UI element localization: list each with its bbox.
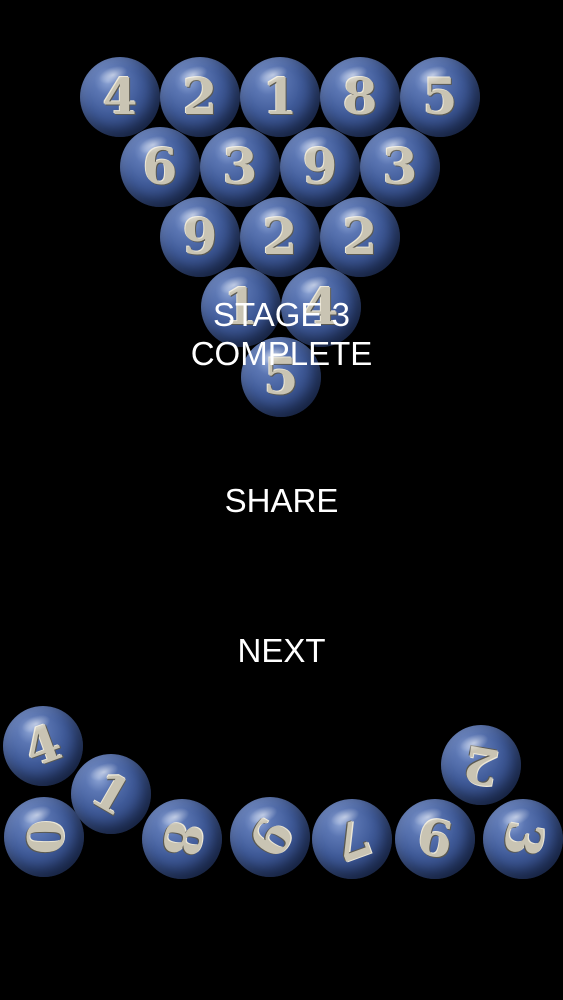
tray-ball[interactable]: 7: [312, 799, 392, 879]
pyramid-ball[interactable]: 9: [160, 197, 240, 277]
pyramid-ball[interactable]: 1: [240, 57, 320, 137]
pyramid-ball[interactable]: 4: [80, 57, 160, 137]
tray-ball[interactable]: 6: [395, 799, 475, 879]
pyramid-ball[interactable]: 2: [160, 57, 240, 137]
tray-ball[interactable]: 2: [441, 725, 521, 805]
ball-number: 1: [262, 67, 298, 126]
tray-ball[interactable]: 8: [142, 799, 222, 879]
ball-number: 8: [342, 67, 378, 126]
tray-ball[interactable]: 4: [3, 706, 83, 786]
tray-ball[interactable]: 0: [4, 797, 84, 877]
pyramid-ball[interactable]: 9: [280, 127, 360, 207]
stage-title: STAGE 3: [213, 296, 350, 333]
complete-title: COMPLETE: [190, 335, 373, 372]
ball-number: 6: [142, 137, 178, 196]
next-button[interactable]: NEXT: [0, 631, 563, 670]
ball-number: 6: [412, 806, 458, 871]
pyramid-ball[interactable]: 2: [320, 197, 400, 277]
ball-number: 8: [150, 816, 215, 862]
ball-number: 4: [102, 67, 138, 126]
pyramid-ball[interactable]: 3: [360, 127, 440, 207]
game-board: 421856393922145 410897623 STAGE 3 COMPLE…: [0, 0, 563, 1000]
ball-number: 5: [422, 67, 458, 126]
ball-number: 3: [491, 816, 556, 862]
tray-ball[interactable]: 9: [230, 797, 310, 877]
share-button[interactable]: SHARE: [0, 481, 563, 520]
ball-number: 2: [262, 207, 298, 266]
ball-number: 0: [15, 819, 74, 855]
tray-ball[interactable]: 3: [483, 799, 563, 879]
pyramid-ball[interactable]: 8: [320, 57, 400, 137]
ball-number: 2: [342, 207, 378, 266]
ball-number: 3: [222, 137, 258, 196]
ball-number: 9: [182, 207, 218, 266]
pyramid-ball[interactable]: 2: [240, 197, 320, 277]
ball-number: 2: [182, 67, 218, 126]
ball-number: 7: [325, 805, 379, 874]
pyramid-ball[interactable]: 5: [400, 57, 480, 137]
pyramid-ball[interactable]: 6: [120, 127, 200, 207]
pyramid-ball[interactable]: 3: [200, 127, 280, 207]
ball-number: 9: [302, 137, 338, 196]
ball-number: 3: [382, 137, 418, 196]
